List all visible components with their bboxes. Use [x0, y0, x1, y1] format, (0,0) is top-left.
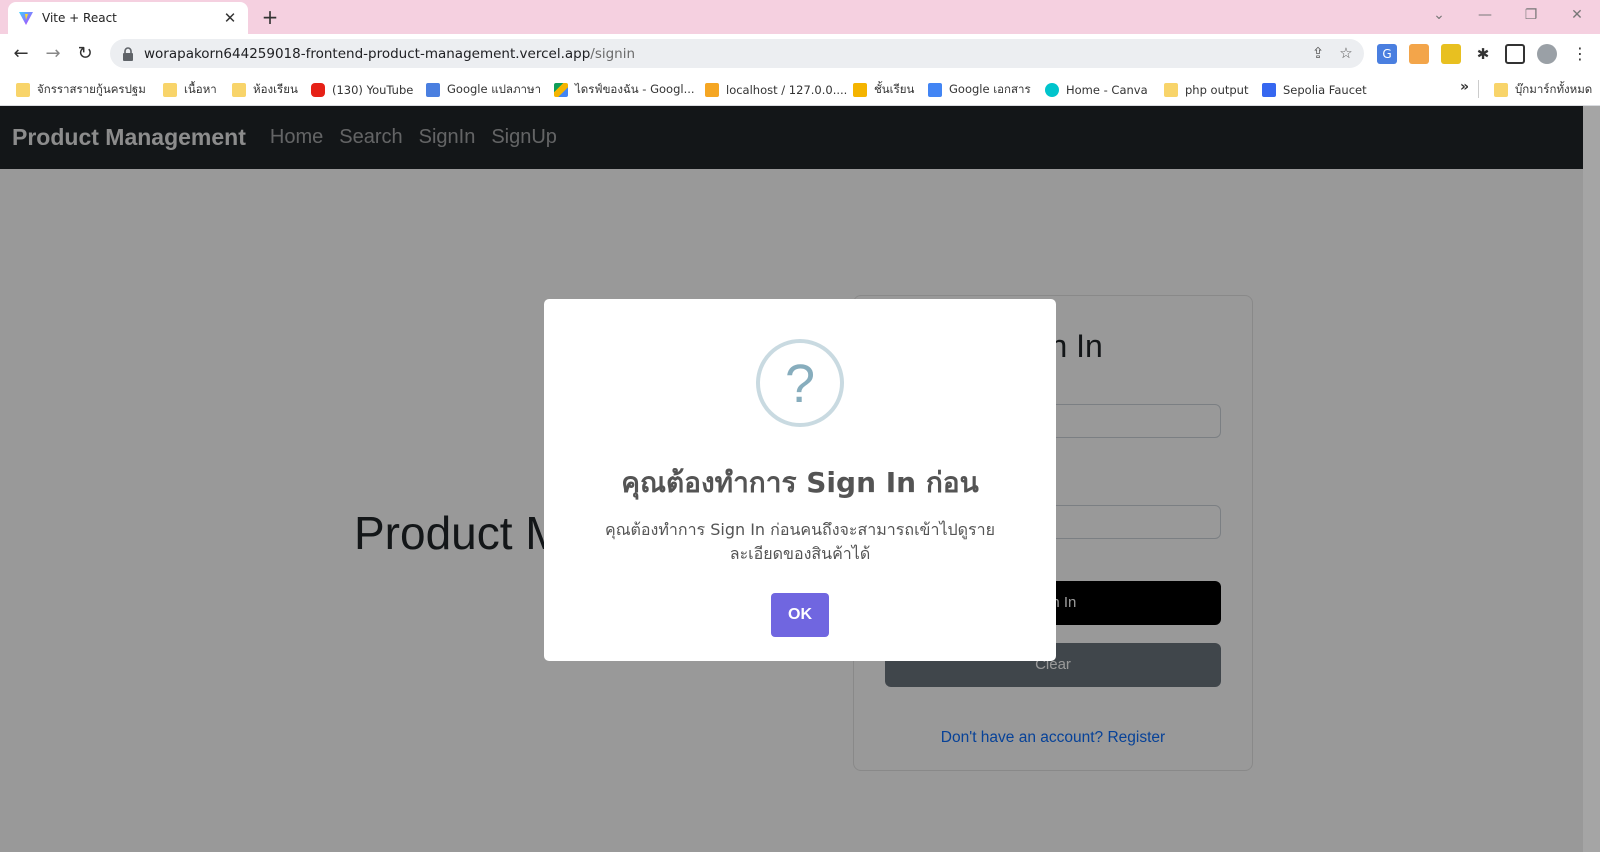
tab-search-icon[interactable]: ⌄ [1416, 0, 1462, 30]
bookmark-item[interactable]: ชั้นเรียน [853, 81, 914, 99]
new-tab-button[interactable]: + [258, 4, 282, 30]
youtube-icon [311, 83, 325, 97]
folder-icon [232, 83, 246, 97]
canva-icon [1045, 83, 1059, 97]
folder-icon [1164, 83, 1178, 97]
google-translate-icon [426, 83, 440, 97]
alchemy-icon [1262, 83, 1276, 97]
vite-icon [19, 12, 33, 25]
tab-title: Vite + React [42, 11, 117, 25]
bookmark-item[interactable]: Google แปลภาษา [426, 81, 541, 99]
back-button[interactable]: ← [8, 41, 34, 67]
all-bookmarks-item[interactable]: บุ๊กมาร์กทั้งหมด [1494, 81, 1592, 99]
close-window-button[interactable]: ✕ [1554, 0, 1600, 30]
extensions-puzzle-icon[interactable]: ✱ [1473, 44, 1493, 64]
restore-button[interactable]: ❐ [1508, 0, 1554, 30]
folder-icon [16, 83, 30, 97]
profile-avatar[interactable] [1537, 44, 1557, 64]
bookmark-item[interactable]: php output [1164, 81, 1248, 99]
side-panel-icon[interactable] [1505, 44, 1525, 64]
url-host: worapakorn644259018-frontend-product-man… [144, 45, 591, 62]
url-path: /signin [590, 45, 636, 62]
share-icon[interactable]: ⇪ [1308, 44, 1328, 64]
browser-menu-icon[interactable]: ⋮ [1570, 44, 1590, 64]
tab-close-icon[interactable]: ✕ [222, 9, 238, 27]
phpmyadmin-icon [705, 83, 719, 97]
lock-icon [123, 46, 133, 61]
folder-icon [1494, 83, 1508, 97]
bookmark-item[interactable]: Google เอกสาร [928, 81, 1031, 99]
bookmarks-divider [1478, 80, 1479, 98]
reload-button[interactable]: ↻ [72, 41, 98, 67]
bookmark-item[interactable]: (130) YouTube [311, 81, 413, 99]
tab-strip: Vite + React ✕ + ⌄ — ❐ ✕ [0, 0, 1600, 34]
google-drive-icon [554, 83, 568, 97]
folder-icon [163, 83, 177, 97]
dialog-title: คุณต้องทำการ Sign In ก่อน [621, 466, 979, 499]
bookmark-item[interactable]: จักรราสรายกู้นครปฐม [16, 81, 146, 99]
page-scrollbar[interactable] [1583, 106, 1600, 852]
browser-tab[interactable]: Vite + React ✕ [8, 2, 248, 34]
browser-toolbar: ← → ↻ worapakorn644259018-frontend-produ… [0, 34, 1600, 72]
bookmark-item[interactable]: ไดรฟ์ของฉัน - Googl... [554, 81, 695, 99]
bookmark-item[interactable]: ห้องเรียน [232, 81, 298, 99]
bookmarks-bar: จักรราสรายกู้นครปฐม เนื้อหา ห้องเรียน (1… [0, 72, 1600, 106]
address-bar[interactable]: worapakorn644259018-frontend-product-man… [110, 39, 1364, 68]
translate-extension-icon[interactable]: G [1377, 44, 1397, 64]
bookmark-item[interactable]: localhost / 127.0.0.... [705, 81, 847, 99]
classroom-icon [853, 83, 867, 97]
dialog-message: คุณต้องทำการ Sign In ก่อนคนถึงจะสามารถเข… [604, 520, 995, 563]
bookmark-item[interactable]: Home - Canva [1045, 81, 1148, 99]
web-page: Product Management Home Search SignIn Si… [0, 106, 1583, 852]
bookmark-star-icon[interactable]: ☆ [1336, 44, 1356, 64]
metamask-extension-icon[interactable] [1409, 44, 1429, 64]
forward-button[interactable]: → [40, 41, 66, 67]
ok-button[interactable]: OK [771, 593, 829, 637]
question-icon: ? [756, 339, 844, 427]
bookmarks-overflow-icon[interactable]: » [1460, 79, 1469, 95]
bookmark-item[interactable]: Sepolia Faucet [1262, 81, 1367, 99]
bookmark-item[interactable]: เนื้อหา [163, 81, 217, 99]
signin-required-dialog: ? คุณต้องทำการ Sign In ก่อน คุณต้องทำการ… [544, 299, 1056, 661]
extension-icon[interactable] [1441, 44, 1461, 64]
google-docs-icon [928, 83, 942, 97]
minimize-button[interactable]: — [1462, 0, 1508, 30]
